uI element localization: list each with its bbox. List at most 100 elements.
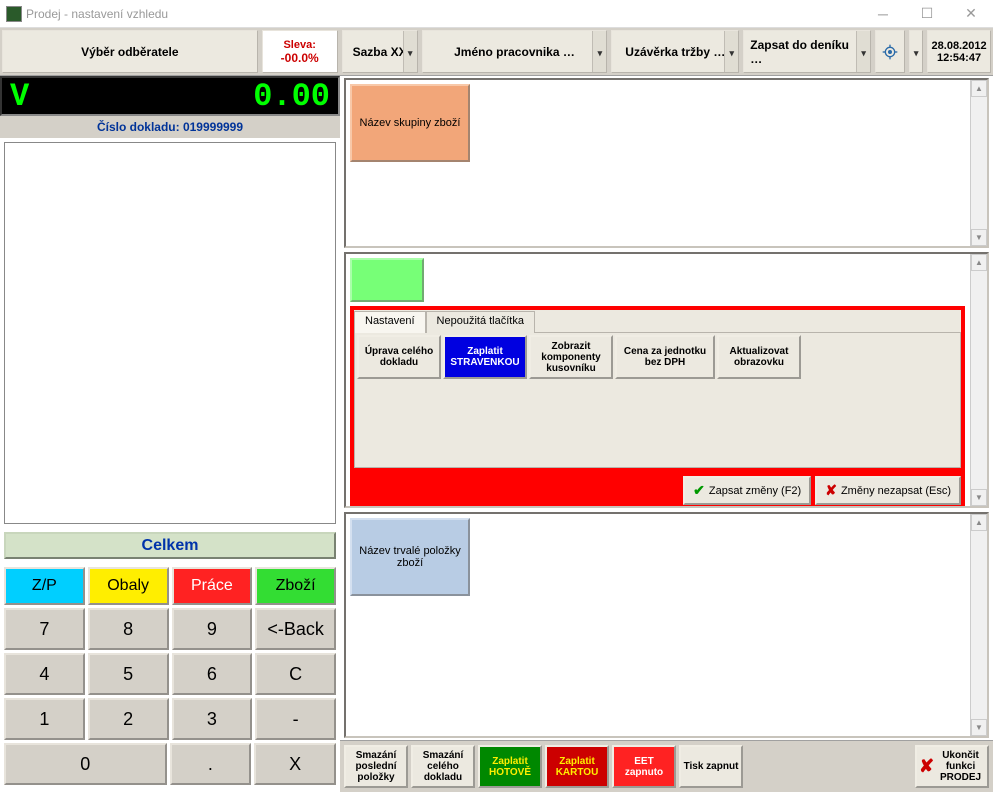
key-label: 8 — [123, 619, 133, 640]
rate-label: Sazba XX — [353, 45, 407, 59]
key-label: - — [293, 709, 299, 730]
key-label: 4 — [39, 664, 49, 685]
right-column: Název skupiny zboží ▲ ▼ Nastavení Nepouž… — [340, 76, 993, 792]
key-label: 1 — [39, 709, 49, 730]
gear-icon — [882, 44, 898, 60]
settings-tabs: Nastavení Nepoužitá tlačítka — [354, 310, 961, 332]
key-1[interactable]: 1 — [4, 698, 85, 740]
journal-label: Zapsat do deníku … — [750, 38, 864, 66]
scroll-track[interactable] — [971, 97, 987, 229]
scroll-up-icon[interactable]: ▲ — [971, 514, 987, 531]
opt-label: Úprava celého dokladu — [361, 346, 437, 368]
closing-button[interactable]: Uzávěrka tržby … — [611, 30, 739, 73]
tab-settings[interactable]: Nastavení — [354, 311, 426, 333]
delete-last-item-button[interactable]: Smazání poslední položky — [344, 745, 408, 788]
key-0[interactable]: 0 — [4, 743, 167, 785]
key-label: 5 — [123, 664, 133, 685]
settings-button[interactable] — [875, 30, 905, 73]
scroll-down-icon[interactable]: ▼ — [971, 229, 987, 246]
product-group-tile[interactable]: Název skupiny zboží — [350, 84, 470, 162]
opt-label: Zobrazit komponenty kusovníku — [533, 341, 609, 374]
settings-panel: Nastavení Nepoužitá tlačítka Úprava celé… — [344, 252, 989, 508]
scroll-down-icon[interactable]: ▼ — [971, 489, 987, 506]
discount-label: Sleva: — [283, 39, 315, 51]
btn-label: Zaplatit KARTOU — [549, 756, 605, 778]
chevron-down-icon — [724, 31, 738, 72]
key-x[interactable]: X — [254, 743, 336, 785]
scroll-up-icon[interactable]: ▲ — [971, 80, 987, 97]
pay-cash-button[interactable]: Zaplatit HOTOVĚ — [478, 745, 542, 788]
close-button[interactable]: ✕ — [949, 0, 993, 28]
total-label: Celkem — [142, 537, 199, 554]
window-title: Prodej - nastavení vzhledu — [26, 7, 861, 21]
app-icon — [6, 6, 22, 22]
scroll-track[interactable] — [971, 531, 987, 719]
opt-label: Cena za jednotku bez DPH — [619, 346, 711, 368]
perm-tile-label: Název trvalé položky zboží — [356, 545, 464, 569]
permanent-items-panel: Název trvalé položky zboží ▲ ▼ — [344, 512, 989, 738]
opt-refresh-screen[interactable]: Aktualizovat obrazovku — [717, 335, 801, 379]
pay-card-button[interactable]: Zaplatit KARTOU — [545, 745, 609, 788]
scroll-track[interactable] — [971, 271, 987, 489]
chevron-down-icon — [592, 31, 606, 72]
groups-scrollbar[interactable]: ▲ ▼ — [970, 80, 987, 246]
scroll-down-icon[interactable]: ▼ — [971, 719, 987, 736]
key-back[interactable]: <-Back — [255, 608, 336, 650]
category-obaly-button[interactable]: Obaly — [88, 567, 169, 605]
customer-select[interactable]: Výběr odběratele — [2, 30, 258, 73]
opt-pay-voucher[interactable]: Zaplatit STRAVENKOU — [443, 335, 527, 379]
discard-label: Změny nezapsat (Esc) — [841, 485, 951, 497]
maximize-button[interactable]: ☐ — [905, 0, 949, 28]
key-2[interactable]: 2 — [88, 698, 169, 740]
btn-label: Ukončit funkci PRODEJ — [936, 750, 985, 783]
tab-unused[interactable]: Nepoužitá tlačítka — [426, 311, 535, 333]
key-3[interactable]: 3 — [172, 698, 253, 740]
discount-display: Sleva: -00.0% — [262, 30, 338, 73]
btn-label: EET zapnuto — [616, 756, 672, 778]
key-label: 0 — [80, 754, 90, 775]
green-tile[interactable] — [350, 258, 424, 302]
settings-dropdown[interactable] — [909, 30, 923, 73]
eet-toggle-button[interactable]: EET zapnuto — [612, 745, 676, 788]
main-area: V 0.00 Číslo dokladu: 019999999 Celkem Z… — [0, 76, 993, 792]
opt-unit-price[interactable]: Cena za jednotku bez DPH — [615, 335, 715, 379]
key-4[interactable]: 4 — [4, 653, 85, 695]
opt-edit-document[interactable]: Úprava celého dokladu — [357, 335, 441, 379]
key-8[interactable]: 8 — [88, 608, 169, 650]
key-dot[interactable]: . — [170, 743, 252, 785]
key-label: 7 — [39, 619, 49, 640]
journal-button[interactable]: Zapsat do deníku … — [743, 30, 871, 73]
scroll-up-icon[interactable]: ▲ — [971, 254, 987, 271]
permanent-scrollbar[interactable]: ▲ ▼ — [970, 514, 987, 736]
total-button[interactable]: Celkem — [4, 532, 336, 559]
worker-name-label: Jméno pracovnika … — [454, 45, 575, 59]
minimize-button[interactable]: ─ — [861, 0, 905, 28]
key-9[interactable]: 9 — [172, 608, 253, 650]
x-icon: ✘ — [919, 756, 934, 777]
exit-sale-button[interactable]: ✘ Ukončit funkci PRODEJ — [915, 745, 989, 788]
key-7[interactable]: 7 — [4, 608, 85, 650]
category-prace-button[interactable]: Práce — [172, 567, 253, 605]
key-c[interactable]: C — [255, 653, 336, 695]
keypad: Z/P Obaly Práce Zboží 7 8 9 <-Back 4 5 6… — [4, 567, 336, 788]
key-5[interactable]: 5 — [88, 653, 169, 695]
discard-changes-button[interactable]: ✘ Změny nezapsat (Esc) — [815, 476, 961, 505]
chevron-down-icon — [403, 31, 417, 72]
key-label: 2 — [123, 709, 133, 730]
key-label: . — [208, 754, 213, 775]
rate-button[interactable]: Sazba XX — [342, 30, 418, 73]
delete-all-items-button[interactable]: Smazání celého dokladu — [411, 745, 475, 788]
items-list[interactable] — [4, 142, 336, 524]
key-minus[interactable]: - — [255, 698, 336, 740]
worker-name-button[interactable]: Jméno pracovnika … — [422, 30, 608, 73]
save-changes-button[interactable]: ✔ Zapsat změny (F2) — [683, 476, 811, 505]
category-zbozi-button[interactable]: Zboží — [255, 567, 336, 605]
key-6[interactable]: 6 — [172, 653, 253, 695]
category-zp-button[interactable]: Z/P — [4, 567, 85, 605]
print-toggle-button[interactable]: Tisk zapnut — [679, 745, 743, 788]
btn-label: Zaplatit HOTOVĚ — [482, 756, 538, 778]
permanent-item-tile[interactable]: Název trvalé položky zboží — [350, 518, 470, 596]
opt-show-bom[interactable]: Zobrazit komponenty kusovníku — [529, 335, 613, 379]
key-label: 3 — [207, 709, 217, 730]
settings-scrollbar[interactable]: ▲ ▼ — [970, 254, 987, 506]
